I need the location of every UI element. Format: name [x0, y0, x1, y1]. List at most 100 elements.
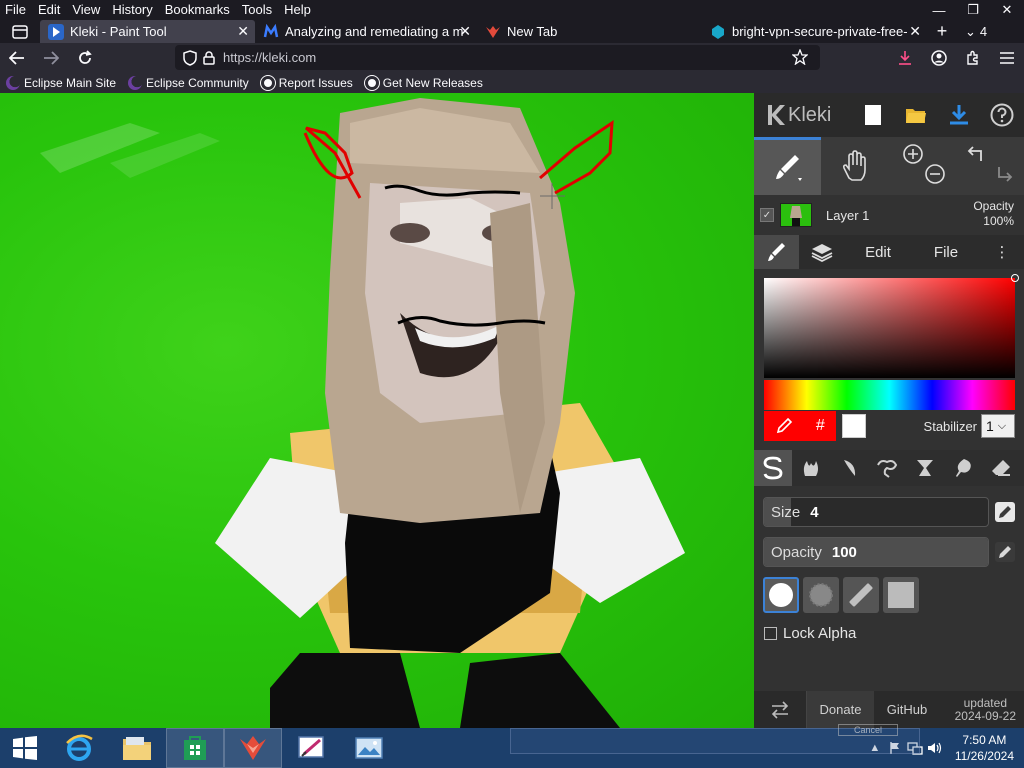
- volume-icon[interactable]: [925, 728, 945, 768]
- opacity-pressure-toggle[interactable]: [995, 542, 1015, 562]
- eraser-brush-button[interactable]: [982, 450, 1020, 486]
- updated-info[interactable]: updated 2024-09-22: [955, 696, 1016, 723]
- back-button[interactable]: [0, 43, 34, 72]
- taskbar-photos-app[interactable]: [340, 728, 398, 768]
- menu-bookmarks[interactable]: Bookmarks: [159, 0, 236, 20]
- tab-edit[interactable]: Edit: [844, 235, 912, 269]
- more-options-icon[interactable]: ⋮: [980, 235, 1024, 269]
- github-link[interactable]: GitHub: [874, 691, 940, 728]
- tab-analyzing[interactable]: Analyzing and remediating a m ✕: [255, 20, 477, 43]
- new-tab-button[interactable]: +: [927, 20, 957, 43]
- size-pressure-toggle[interactable]: [995, 502, 1015, 522]
- menu-view[interactable]: View: [66, 0, 106, 20]
- menu-file[interactable]: File: [0, 0, 32, 20]
- lock-icon[interactable]: [203, 50, 215, 65]
- bookmark-eclipse-community[interactable]: Eclipse Community: [128, 75, 249, 90]
- size-slider[interactable]: Size 4: [763, 497, 989, 527]
- taskbar-paint-app[interactable]: [282, 728, 340, 768]
- brush-tool-button[interactable]: [754, 137, 821, 195]
- forward-button[interactable]: [34, 43, 68, 72]
- list-all-tabs-button[interactable]: ⌄ 4: [957, 24, 995, 40]
- new-image-button[interactable]: [852, 93, 895, 137]
- bookmark-eclipse-main-site[interactable]: Eclipse Main Site: [6, 75, 117, 90]
- soft-shape-button[interactable]: [803, 577, 839, 613]
- tab-bright-vpn[interactable]: bright-vpn-secure-private-free- ✕: [702, 20, 927, 43]
- shield-icon[interactable]: [183, 49, 197, 66]
- secondary-color-swatch[interactable]: [842, 414, 866, 438]
- primary-color-swatch[interactable]: #: [764, 411, 836, 441]
- tab-brush-settings[interactable]: [754, 235, 799, 269]
- layer-visibility-checkbox[interactable]: ✓: [760, 208, 774, 222]
- tab-new-tab[interactable]: New Tab: [477, 20, 702, 43]
- chevron-down-icon: ⌄: [965, 23, 976, 39]
- close-tab-icon[interactable]: ✕: [237, 23, 249, 40]
- lock-alpha-checkbox[interactable]: Lock Alpha: [764, 625, 856, 642]
- toggle-ui-side-button[interactable]: [754, 691, 806, 728]
- open-image-button[interactable]: [895, 93, 938, 137]
- slanted-shape-button[interactable]: [843, 577, 879, 613]
- reload-button[interactable]: [68, 43, 102, 72]
- layer-item[interactable]: ✓ Layer 1 Opacity 100%: [754, 195, 1024, 235]
- opacity-slider[interactable]: Opacity 100: [763, 537, 989, 567]
- color-saturation-picker[interactable]: [764, 274, 1019, 378]
- arrow-right-icon: [44, 50, 59, 65]
- bookmark-label: Eclipse Main Site: [24, 75, 117, 90]
- color-picker-cursor: [1011, 274, 1019, 282]
- donate-button[interactable]: Donate: [806, 691, 874, 728]
- layer-thumbnail: [780, 203, 812, 227]
- tab-kleki[interactable]: Kleki - Paint Tool ✕: [40, 20, 255, 43]
- downloads-button[interactable]: [888, 43, 922, 72]
- brush-icon: [767, 243, 785, 261]
- zoom-in-icon[interactable]: [902, 143, 924, 165]
- start-button[interactable]: [0, 728, 50, 768]
- taskbar-clock[interactable]: 7:50 AM 11/26/2024: [955, 732, 1014, 764]
- round-shape-button[interactable]: [763, 577, 799, 613]
- hue-slider[interactable]: [764, 380, 1015, 410]
- menu-history[interactable]: History: [106, 0, 158, 20]
- close-tab-icon[interactable]: ✕: [459, 23, 471, 40]
- taskbar-internet-explorer[interactable]: [50, 728, 108, 768]
- minimize-icon[interactable]: —: [922, 0, 956, 20]
- stabilizer-select[interactable]: 1 ⌵: [981, 414, 1015, 438]
- chemy-brush-button[interactable]: [906, 450, 944, 486]
- panel-header: Kleki: [754, 93, 1024, 137]
- menu-edit[interactable]: Edit: [32, 0, 66, 20]
- clock-date: 11/26/2024: [954, 749, 1014, 763]
- kleki-logo[interactable]: Kleki: [764, 103, 852, 127]
- hex-input-button[interactable]: #: [816, 417, 825, 435]
- star-icon[interactable]: [792, 49, 808, 65]
- account-button[interactable]: [922, 43, 956, 72]
- help-button[interactable]: [981, 93, 1024, 137]
- bookmark-get-new-releases[interactable]: Get New Releases: [364, 75, 483, 90]
- tab-layers[interactable]: [799, 235, 844, 269]
- url-bar[interactable]: https://kleki.com: [175, 45, 820, 70]
- taskbar-firefox-developer[interactable]: [224, 728, 282, 768]
- restore-icon[interactable]: ❐: [956, 0, 990, 20]
- undo-icon[interactable]: [967, 143, 991, 165]
- menu-help[interactable]: Help: [278, 0, 317, 20]
- tab-file[interactable]: File: [912, 235, 980, 269]
- pen-brush-button[interactable]: [754, 450, 792, 486]
- drawing-canvas[interactable]: [0, 93, 754, 728]
- app-menu-button[interactable]: [990, 43, 1024, 72]
- redo-icon[interactable]: [989, 163, 1013, 185]
- pixel-brush-button[interactable]: [868, 450, 906, 486]
- taskbar-store[interactable]: [166, 728, 224, 768]
- smudge-brush-button[interactable]: [944, 450, 982, 486]
- blend-brush-button[interactable]: [792, 450, 830, 486]
- taskbar-file-explorer[interactable]: [108, 728, 166, 768]
- close-tab-icon[interactable]: ✕: [909, 23, 921, 40]
- zoom-buttons: [888, 137, 955, 195]
- sketchy-brush-button[interactable]: [830, 450, 868, 486]
- github-icon: [260, 75, 275, 90]
- menu-tools[interactable]: Tools: [236, 0, 278, 20]
- firefox-view-icon[interactable]: [0, 20, 40, 43]
- extensions-button[interactable]: [956, 43, 990, 72]
- bookmark-report-issues[interactable]: Report Issues: [260, 75, 353, 90]
- hand-tool-button[interactable]: [821, 137, 888, 195]
- zoom-out-icon[interactable]: [924, 163, 946, 185]
- close-icon[interactable]: ✕: [990, 0, 1024, 20]
- eyedropper-icon[interactable]: [775, 417, 793, 435]
- save-image-button[interactable]: [938, 93, 981, 137]
- square-shape-button[interactable]: [883, 577, 919, 613]
